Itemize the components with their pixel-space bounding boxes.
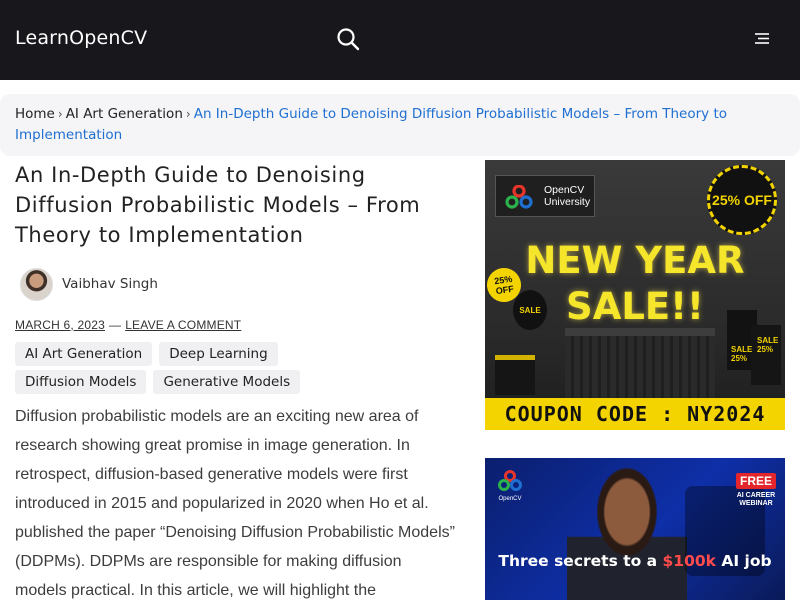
breadcrumb-separator: › <box>185 107 191 121</box>
tag-diffusion-models[interactable]: Diffusion Models <box>15 370 147 394</box>
breadcrumb-home[interactable]: Home <box>15 106 55 122</box>
tag-deep-learning[interactable]: Deep Learning <box>159 342 278 366</box>
tagline-start: Three secrets to a <box>498 552 663 570</box>
tag-ai-art-generation[interactable]: AI Art Generation <box>15 342 153 366</box>
post-meta: MARCH 6, 2023— LEAVE A COMMENT <box>15 318 241 332</box>
leave-comment-link[interactable]: LEAVE A COMMENT <box>125 318 241 332</box>
bag-sale-label: SALE 25% <box>757 336 779 354</box>
article-title: An In-Depth Guide to Denoising Diffusion… <box>15 163 421 247</box>
coupon-bar: COUPON CODE : NY2024 <box>485 398 785 430</box>
coupon-code: COUPON CODE : NY2024 <box>504 402 766 426</box>
webinar-label: AI CAREER WEBINAR <box>736 492 776 507</box>
breadcrumb-category[interactable]: AI Art Generation <box>66 106 183 122</box>
tagline-end: AI job <box>715 552 772 570</box>
ai-career-webinar-banner[interactable]: OpenCV FREE AI CAREER WEBINAR Three secr… <box>485 458 785 600</box>
webinar-tagline: Three secrets to a $100k AI job <box>485 552 785 570</box>
free-webinar-badge: FREE AI CAREER WEBINAR <box>731 472 781 508</box>
discount-badge: 25% OFF <box>707 165 777 235</box>
presenter-photo <box>567 458 687 600</box>
article-body: Diffusion probabilistic models are an ex… <box>15 408 455 599</box>
opencv-logo-icon <box>505 185 533 209</box>
gift-box-graphic <box>495 355 535 395</box>
discount-badge-text: 25% OFF <box>712 192 772 208</box>
opencv-logo-icon: OpenCV <box>498 470 522 502</box>
breadcrumb: Home › AI Art Generation › An In-Depth Guide… <box>15 104 735 146</box>
breadcrumb-separator: › <box>57 107 63 121</box>
hamburger-menu-icon[interactable] <box>753 31 771 47</box>
site-logo[interactable]: LearnOpenCV <box>15 27 147 49</box>
meta-dash: — <box>108 318 122 332</box>
tagline-highlight: $100k <box>662 552 716 570</box>
author-avatar[interactable] <box>20 267 53 301</box>
free-label: FREE <box>735 473 776 489</box>
search-icon[interactable] <box>336 27 360 51</box>
author-name[interactable]: Vaibhav Singh <box>62 276 158 292</box>
opencv-university-badge: OpenCV University <box>495 175 595 217</box>
opencv-brand-label: OpenCV <box>498 496 521 502</box>
tag-list: AI Art Generation Deep Learning Diffusio… <box>15 342 415 394</box>
author-info: Vaibhav Singh <box>20 267 158 301</box>
opencv-university-label: OpenCV University <box>544 184 591 208</box>
site-header: LearnOpenCV <box>0 0 800 80</box>
post-date[interactable]: MARCH 6, 2023 <box>15 318 105 332</box>
podium-graphic <box>565 328 715 398</box>
bag-sale-label: SALE 25% <box>731 345 753 363</box>
new-year-sale-banner[interactable]: OpenCV University 25% OFF 25% OFF SALE N… <box>485 160 785 430</box>
sale-headline-line-1: NEW YEAR <box>525 239 745 282</box>
tag-generative-models[interactable]: Generative Models <box>153 370 301 394</box>
